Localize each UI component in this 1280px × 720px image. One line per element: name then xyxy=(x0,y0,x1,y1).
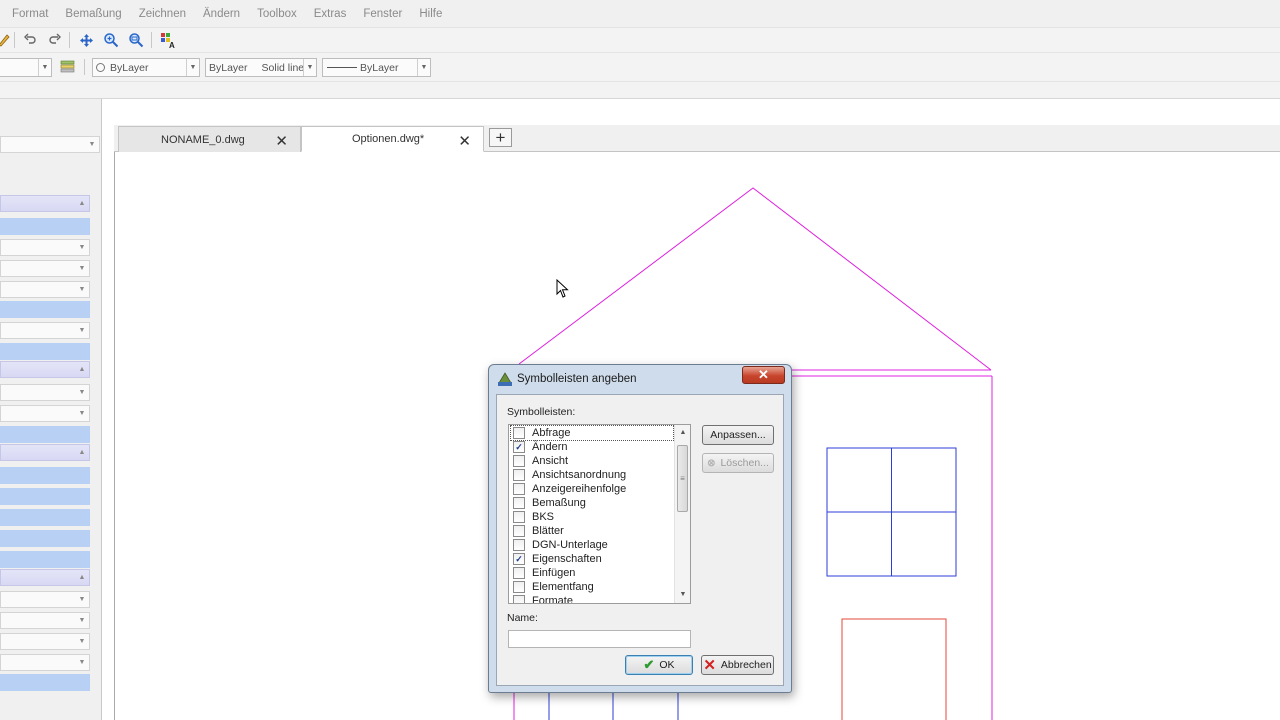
name-input[interactable] xyxy=(508,630,691,648)
tab-optionen[interactable]: Optionen.dwg* ✕ xyxy=(301,126,484,152)
list-item[interactable]: ✓ Ändern xyxy=(511,440,673,454)
list-item[interactable]: BKS xyxy=(511,510,673,524)
list-item-label: DGN-Unterlage xyxy=(532,539,608,551)
delete-button-label: Löschen... xyxy=(720,457,769,469)
list-item[interactable]: Ansichtsanordnung xyxy=(511,468,673,482)
list-item[interactable]: ✓ Eigenschaften xyxy=(511,552,673,566)
list-item[interactable]: Anzeigereihenfolge xyxy=(511,482,673,496)
close-icon: ✕ xyxy=(758,367,769,382)
cancel-x-icon: ✕ xyxy=(703,657,716,674)
checkbox[interactable] xyxy=(513,469,525,481)
checkmark-icon: ✔ xyxy=(643,657,655,672)
checkbox[interactable] xyxy=(513,427,525,439)
roof-line xyxy=(518,187,992,371)
checkbox[interactable]: ✓ xyxy=(513,441,525,453)
list-item[interactable]: Blätter xyxy=(511,524,673,538)
checkbox[interactable] xyxy=(513,455,525,467)
checkbox[interactable] xyxy=(513,581,525,593)
checkbox[interactable] xyxy=(513,539,525,551)
list-item[interactable]: Ansicht xyxy=(511,454,673,468)
toolbars-list[interactable]: Abfrage ✓ Ändern Ansicht Ansichtsanordnun… xyxy=(508,424,691,604)
list-item-label: Einfügen xyxy=(532,567,576,579)
list-item-label: Abfrage xyxy=(532,427,571,439)
checkbox[interactable] xyxy=(513,595,525,603)
tab-label: Optionen.dwg* xyxy=(352,133,425,145)
list-item[interactable]: Einfügen xyxy=(511,566,673,580)
scroll-up-icon[interactable]: ▲ xyxy=(675,425,690,440)
ok-button-label: OK xyxy=(659,659,675,671)
list-item-label: Ändern xyxy=(532,441,568,453)
list-item-label: Blätter xyxy=(532,525,564,537)
name-label: Name: xyxy=(507,612,538,624)
dialog-body: Symbolleisten: Abfrage ✓ Ändern Ansicht A… xyxy=(496,394,784,686)
document-tabs: NONAME_0.dwg ✕ Optionen.dwg* ✕ + xyxy=(114,125,1280,152)
toolbars-list-label: Symbolleisten: xyxy=(507,406,576,418)
close-icon[interactable]: ✕ xyxy=(458,132,471,150)
list-item[interactable]: Elementfang xyxy=(511,580,673,594)
dialog-titlebar[interactable]: Symbolleisten angeben ✕ xyxy=(489,365,791,393)
dialog-close-button[interactable]: ✕ xyxy=(742,366,785,384)
list-item-label: Formate xyxy=(532,595,573,604)
close-icon[interactable]: ✕ xyxy=(275,132,288,150)
list-item-label: Ansicht xyxy=(532,455,569,467)
new-tab-button[interactable]: + xyxy=(489,128,512,147)
list-item-label: Eigenschaften xyxy=(532,553,602,565)
list-scrollbar[interactable]: ▲ ≡ ▼ xyxy=(674,425,690,603)
list-item-label: Anzeigereihenfolge xyxy=(532,483,627,495)
list-item-label: Bemaßung xyxy=(532,497,586,509)
tab-label: NONAME_0.dwg xyxy=(161,133,245,146)
customize-button[interactable]: Anpassen... xyxy=(702,425,774,445)
customize-button-label: Anpassen... xyxy=(710,429,766,441)
dialog-title: Symbolleisten angeben xyxy=(517,373,637,385)
scrollbar-thumb[interactable]: ≡ xyxy=(677,445,688,512)
list-item-label: Ansichtsanordnung xyxy=(532,469,627,481)
list-item[interactable]: Bemaßung xyxy=(511,496,673,510)
checkbox[interactable]: ✓ xyxy=(513,553,525,565)
mouse-cursor-icon xyxy=(556,279,569,298)
app-logo-icon xyxy=(497,371,513,387)
plus-icon: + xyxy=(495,127,506,147)
list-item-label: BKS xyxy=(532,511,555,523)
checkbox[interactable] xyxy=(513,497,525,509)
scroll-down-icon[interactable]: ▼ xyxy=(675,587,690,602)
checkbox[interactable] xyxy=(513,511,525,523)
toolbars-dialog: Symbolleisten angeben ✕ Symbolleisten: A… xyxy=(488,364,792,693)
door-outline xyxy=(841,618,947,720)
checkbox[interactable] xyxy=(513,525,525,537)
cancel-button[interactable]: ✕ Abbrechen xyxy=(701,655,774,675)
list-item[interactable]: DGN-Unterlage xyxy=(511,538,673,552)
list-item[interactable]: Abfrage xyxy=(510,425,674,441)
list-item-label: Elementfang xyxy=(532,581,594,593)
checkbox[interactable] xyxy=(513,567,525,579)
ok-button[interactable]: ✔ OK xyxy=(625,655,693,675)
checkbox[interactable] xyxy=(513,483,525,495)
cancel-button-label: Abbrechen xyxy=(720,659,772,671)
delete-button[interactable]: ⊗ Löschen... xyxy=(702,453,774,473)
list-item[interactable]: Formate xyxy=(511,594,673,604)
delete-icon: ⊗ xyxy=(707,457,716,469)
tab-noname[interactable]: NONAME_0.dwg ✕ xyxy=(118,126,301,152)
